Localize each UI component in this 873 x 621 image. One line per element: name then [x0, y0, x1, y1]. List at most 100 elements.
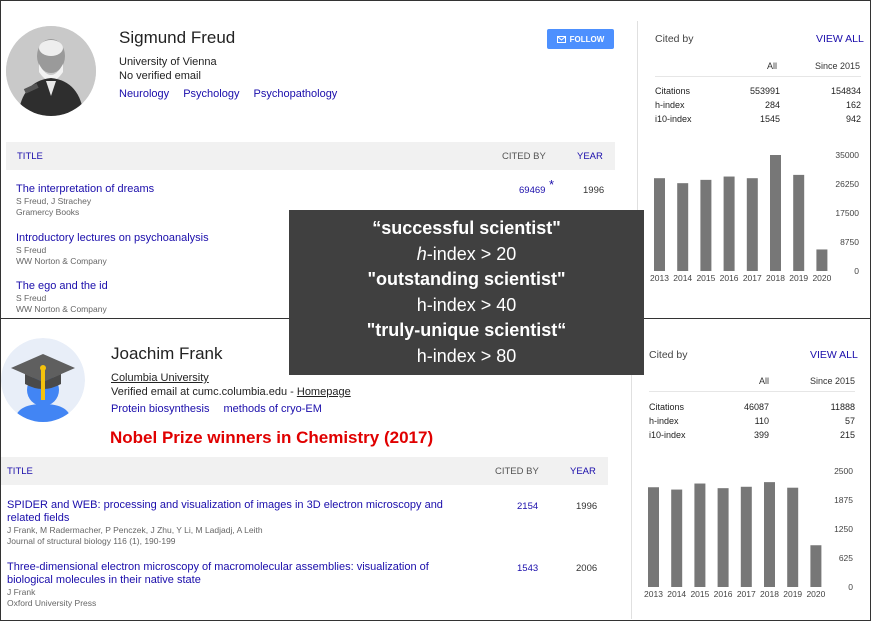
frank-keywords: Protein biosynthesis methods of cryo-EM — [111, 403, 333, 415]
metric-all: 1545 — [760, 114, 781, 124]
article-venue: Gramercy Books — [16, 207, 80, 217]
freud-keywords: Neurology Psychology Psychopathology — [119, 88, 348, 100]
metric-since: 11888 — [830, 402, 855, 412]
y-tick-label: 2500 — [834, 466, 853, 476]
follow-button[interactable]: FOLLOW — [547, 29, 614, 49]
metric-all: 553991 — [750, 86, 781, 96]
h-index-overlay: “successful scientist" h-index > 20 "out… — [289, 210, 644, 375]
chart-bar-2020[interactable] — [810, 545, 822, 587]
article-authors: S Freud — [16, 245, 47, 255]
chart-bar-2017[interactable] — [746, 178, 758, 271]
cited-count-link[interactable]: 2154 — [517, 501, 538, 512]
col-all-header: All — [758, 376, 769, 386]
metric-since: 942 — [845, 114, 861, 124]
chart-bar-2017[interactable] — [740, 486, 752, 587]
x-tick-label: 2017 — [737, 589, 756, 599]
title-column-header[interactable]: TITLE — [17, 151, 43, 162]
article-authors: J Frank — [7, 587, 36, 597]
article-title-link[interactable]: The ego and the id — [16, 280, 108, 293]
chart-bar-2019[interactable] — [793, 174, 805, 271]
metric-since: 57 — [844, 416, 855, 426]
chart-bar-2016[interactable] — [717, 488, 729, 587]
freud-name: Sigmund Freud — [119, 28, 236, 47]
y-tick-label: 0 — [854, 266, 859, 276]
y-tick-label: 1250 — [834, 524, 853, 534]
overlay-line: h-index > 40 — [416, 294, 517, 315]
chart-bar-2018[interactable] — [764, 482, 775, 587]
chart-bar-2020[interactable] — [816, 249, 828, 271]
y-tick-label: 35000 — [835, 150, 859, 160]
homepage-link[interactable]: Homepage — [297, 386, 351, 398]
year-column-header[interactable]: YEAR — [570, 466, 596, 477]
article-title-link[interactable]: Three-dimensional electron microscopy of… — [7, 561, 467, 587]
affiliation-link[interactable]: Columbia University — [111, 372, 209, 384]
article-title-link[interactable]: Introductory lectures on psychoanalysis — [16, 232, 209, 245]
keyword-link[interactable]: Psychopathology — [254, 88, 338, 100]
view-all-link[interactable]: VIEW ALL — [810, 349, 858, 361]
metric-label[interactable]: Citations — [655, 84, 750, 98]
article-title-link[interactable]: SPIDER and WEB: processing and visualiza… — [7, 499, 477, 525]
freud-citations-chart: 2013 2014 2015 2016 2017 2018 2019 2020 35000 262… — [650, 150, 859, 283]
table-row: Citations 553991 154834 — [655, 84, 861, 98]
chart-bar-2015[interactable] — [700, 179, 712, 271]
chart-bar-2014[interactable] — [677, 183, 689, 271]
chart-bar-2014[interactable] — [671, 489, 683, 587]
merged-citations-star[interactable]: * — [549, 177, 554, 192]
view-all-link[interactable]: VIEW ALL — [816, 33, 864, 45]
article-row: The interpretation of dreams S Freud, J … — [16, 183, 154, 218]
metric-since: 162 — [845, 100, 861, 110]
chart-bar-2013[interactable] — [654, 178, 665, 271]
year-column-header[interactable]: YEAR — [577, 151, 603, 162]
freud-avatar — [6, 26, 96, 116]
table-row: i10-index 399 215 — [649, 428, 855, 442]
keyword-link[interactable]: methods of cryo-EM — [224, 403, 322, 415]
metric-label[interactable]: h-index — [655, 98, 750, 112]
y-tick-label: 625 — [839, 553, 853, 563]
metric-label[interactable]: i10-index — [655, 112, 750, 126]
keyword-link[interactable]: Neurology — [119, 88, 169, 100]
chart-bar-2019[interactable] — [787, 487, 799, 587]
cited-count-link[interactable]: 69469 — [519, 185, 545, 196]
metric-all: 284 — [765, 100, 781, 110]
x-tick-label: 2017 — [743, 273, 762, 283]
col-since-header: Since 2015 — [814, 61, 860, 71]
x-tick-label: 2016 — [714, 589, 733, 599]
y-tick-label: 17500 — [835, 208, 859, 218]
y-tick-label: 0 — [848, 582, 853, 592]
cited-by-table: Citations 46087 11888 h-index 110 57 i10-ind… — [649, 400, 855, 442]
table-row: h-index 284 162 — [655, 98, 861, 112]
cited-count-link[interactable]: 1543 — [517, 563, 538, 574]
divider — [655, 76, 861, 77]
metric-since: 215 — [839, 430, 855, 440]
article-venue: Journal of structural biology 116 (1), 1… — [7, 536, 176, 546]
article-title-link[interactable]: The interpretation of dreams — [16, 183, 154, 196]
table-row: h-index 110 57 — [649, 414, 855, 428]
metric-label[interactable]: i10-index — [649, 428, 744, 442]
article-year: 1996 — [576, 501, 598, 512]
metric-label[interactable]: h-index — [649, 414, 744, 428]
chart-bar-2013[interactable] — [648, 487, 659, 587]
chart-bar-2018[interactable] — [770, 155, 781, 271]
article-venue: WW Norton & Company — [16, 304, 107, 314]
article-authors: S Freud — [16, 293, 47, 303]
chart-bar-2015[interactable] — [694, 483, 706, 587]
divider — [649, 391, 855, 392]
title-column-header[interactable]: TITLE — [7, 466, 33, 477]
table-row: i10-index 1545 942 — [655, 112, 861, 126]
x-tick-label: 2020 — [812, 273, 831, 283]
col-since-header: Since 2015 — [809, 376, 855, 386]
frank-citations-chart: 2013 2014 2015 2016 2017 2018 2019 2020 2500 1875… — [644, 466, 853, 599]
y-tick-label: 1875 — [834, 495, 853, 505]
cited-by-heading: Cited by — [649, 349, 688, 361]
cited-by-heading: Cited by — [655, 33, 694, 45]
metric-label[interactable]: Citations — [649, 400, 744, 414]
freud-affiliation: University of Vienna — [119, 56, 217, 68]
x-tick-label: 2018 — [766, 273, 785, 283]
x-tick-label: 2015 — [690, 589, 709, 599]
articles-table-header: TITLE CITED BY YEAR — [6, 142, 615, 170]
keyword-link[interactable]: Psychology — [183, 88, 239, 100]
x-tick-label: 2014 — [667, 589, 686, 599]
keyword-link[interactable]: Protein biosynthesis — [111, 403, 209, 415]
chart-bar-2016[interactable] — [723, 176, 735, 271]
y-tick-label: 8750 — [840, 237, 859, 247]
